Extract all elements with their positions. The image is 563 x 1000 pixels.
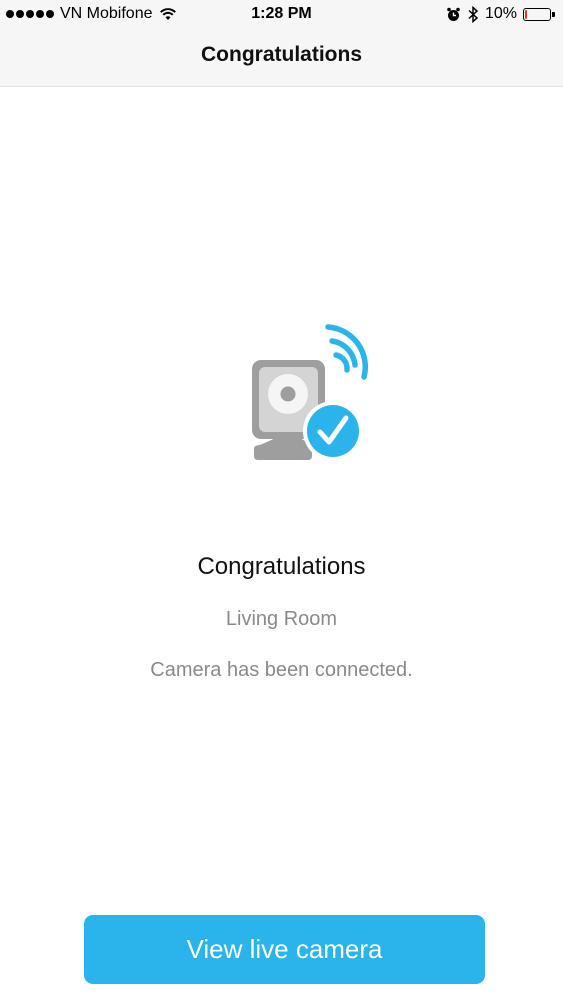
connection-message: Camera has been connected.	[150, 659, 413, 681]
wifi-waves-icon	[333, 352, 350, 373]
navigation-bar: VN Mobifone 1:28 PM 10% Congratulations	[0, 0, 563, 87]
camera-connected-icon	[252, 324, 369, 461]
status-bar: VN Mobifone 1:28 PM 10%	[0, 0, 563, 30]
bluetooth-icon	[468, 5, 479, 23]
alarm-icon	[447, 7, 460, 21]
page-title: Congratulations	[201, 43, 362, 66]
battery-percent: 10%	[484, 5, 517, 22]
battery-icon	[523, 7, 555, 21]
success-title: Congratulations	[197, 553, 366, 580]
view-live-camera-button[interactable]: View live camera	[84, 915, 485, 984]
camera-name: Living Room	[225, 608, 338, 630]
status-right: 10%	[446, 5, 555, 23]
